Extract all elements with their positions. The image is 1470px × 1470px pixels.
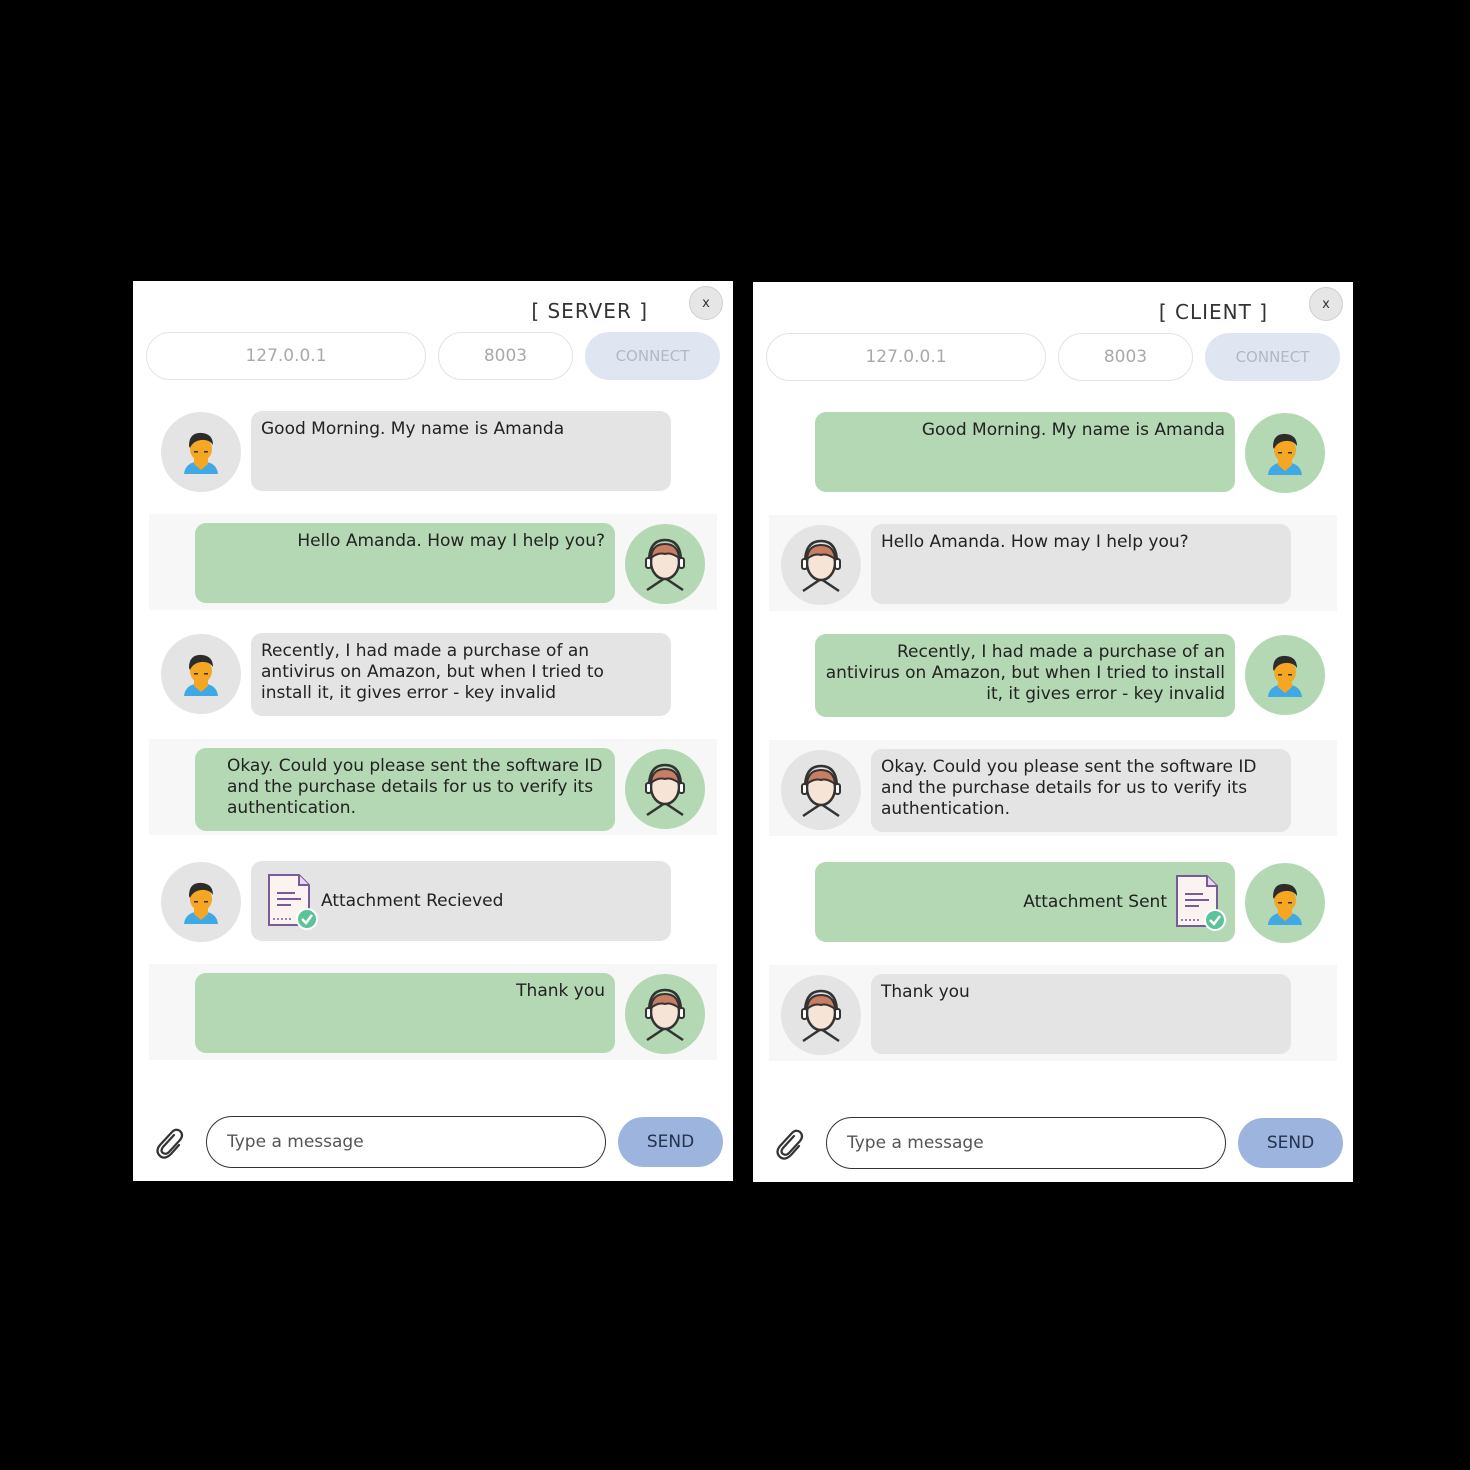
customer-avatar-icon: [161, 862, 241, 942]
customer-avatar-icon: [1245, 635, 1325, 715]
agent-headset-avatar-icon: [781, 975, 861, 1055]
message-bubble: Recently, I had made a purchase of an an…: [815, 634, 1235, 717]
port-field[interactable]: 8003: [438, 332, 573, 380]
message-bubble: Hello Amanda. How may I help you?: [195, 523, 615, 603]
message-bubble: Good Morning. My name is Amanda: [815, 412, 1235, 492]
message-row: Good Morning. My name is Amanda: [149, 396, 717, 492]
message-row: Thank you: [769, 965, 1337, 1061]
agent-headset-avatar-icon: [625, 749, 705, 829]
message-bubble: Good Morning. My name is Amanda: [251, 411, 671, 491]
close-button[interactable]: x: [689, 286, 723, 320]
message-bubble: Okay. Could you please sent the software…: [195, 748, 615, 831]
message-row: Recently, I had made a purchase of an an…: [769, 619, 1337, 717]
client-chat-window: [ CLIENT ] x 127.0.0.1 8003 CONNECT Good…: [753, 282, 1353, 1182]
window-title: [ CLIENT ]: [1158, 300, 1268, 324]
attachment-label: Attachment Sent: [1023, 891, 1167, 912]
document-check-icon: [265, 871, 319, 931]
connect-button[interactable]: CONNECT: [1205, 333, 1340, 381]
customer-avatar-icon: [1245, 413, 1325, 493]
agent-headset-avatar-icon: [781, 525, 861, 605]
server-chat-window: [ SERVER ] x 127.0.0.1 8003 CONNECT Good…: [133, 281, 733, 1181]
message-row: Hello Amanda. How may I help you?: [769, 515, 1337, 611]
agent-headset-avatar-icon: [625, 974, 705, 1054]
attachment-label: Attachment Recieved: [321, 890, 504, 911]
message-input[interactable]: [826, 1117, 1226, 1169]
send-button[interactable]: SEND: [618, 1117, 723, 1167]
message-row: Good Morning. My name is Amanda: [769, 397, 1337, 493]
send-button[interactable]: SEND: [1238, 1118, 1343, 1168]
message-bubble: Hello Amanda. How may I help you?: [871, 524, 1291, 604]
agent-headset-avatar-icon: [781, 750, 861, 830]
message-composer: SEND: [133, 1116, 733, 1168]
ip-address-field[interactable]: 127.0.0.1: [146, 332, 426, 380]
attachment-bubble[interactable]: Attachment Sent: [815, 862, 1235, 942]
window-title: [ SERVER ]: [531, 299, 648, 323]
message-row: Recently, I had made a purchase of an an…: [149, 618, 717, 716]
ip-address-field[interactable]: 127.0.0.1: [766, 333, 1046, 381]
message-bubble: Thank you: [871, 974, 1291, 1054]
paperclip-icon[interactable]: [153, 1126, 185, 1160]
attachment-bubble[interactable]: Attachment Recieved: [251, 861, 671, 941]
port-field[interactable]: 8003: [1058, 333, 1193, 381]
message-row: Hello Amanda. How may I help you?: [149, 514, 717, 610]
agent-headset-avatar-icon: [625, 524, 705, 604]
message-bubble: Recently, I had made a purchase of an an…: [251, 633, 671, 716]
message-bubble: Thank you: [195, 973, 615, 1053]
message-row: Attachment Recieved: [149, 846, 717, 942]
document-check-icon: [1173, 872, 1227, 932]
message-row: Thank you: [149, 964, 717, 1060]
customer-avatar-icon: [1245, 863, 1325, 943]
customer-avatar-icon: [161, 634, 241, 714]
message-row: Okay. Could you please sent the software…: [149, 739, 717, 835]
connect-button[interactable]: CONNECT: [585, 332, 720, 380]
message-input[interactable]: [206, 1116, 606, 1168]
customer-avatar-icon: [161, 412, 241, 492]
message-bubble: Okay. Could you please sent the software…: [871, 749, 1291, 832]
close-button[interactable]: x: [1309, 287, 1343, 321]
message-row: Okay. Could you please sent the software…: [769, 740, 1337, 836]
paperclip-icon[interactable]: [773, 1127, 805, 1161]
message-row: Attachment Sent: [769, 847, 1337, 943]
message-composer: SEND: [753, 1117, 1353, 1169]
